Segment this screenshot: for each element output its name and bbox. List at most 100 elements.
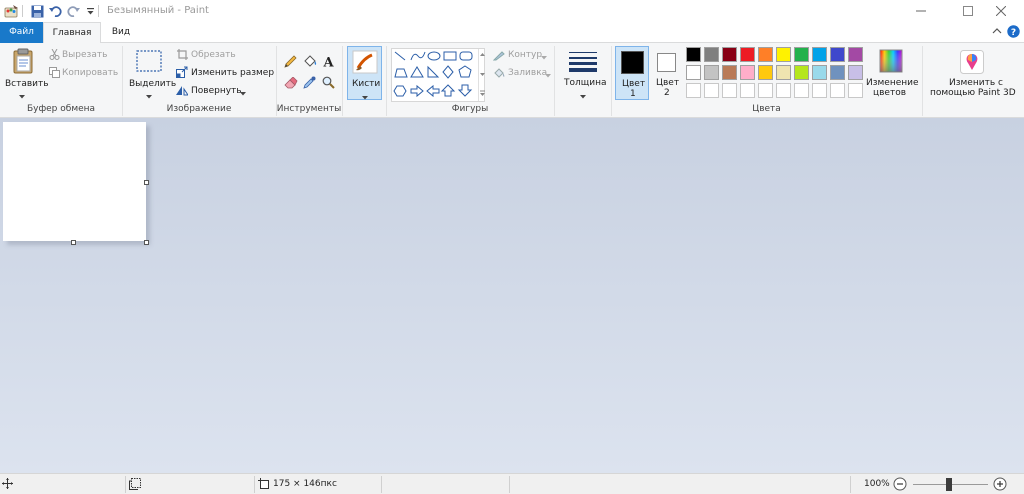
image-size-text: 175 × 146пкс [273, 479, 337, 489]
palette-swatch[interactable] [686, 47, 701, 62]
status-separator [254, 476, 255, 493]
fill-dropdown-icon[interactable] [545, 71, 551, 81]
select-button[interactable]: Выделить [129, 79, 176, 89]
rotate-dropdown-icon[interactable] [240, 89, 246, 99]
resize-handle-right[interactable] [144, 180, 149, 185]
cut-button[interactable]: Вырезать [62, 50, 107, 60]
palette-swatch[interactable] [722, 47, 737, 62]
customize-quick-access-icon[interactable] [82, 3, 98, 19]
title-separator [98, 5, 99, 17]
rotate-icon [176, 84, 188, 96]
palette-swatch[interactable] [686, 65, 701, 80]
zoom-level: 100% [864, 479, 890, 489]
paste-dropdown-icon[interactable] [19, 92, 25, 102]
resize-button[interactable]: Изменить размер [191, 68, 274, 78]
palette-swatch[interactable] [704, 65, 719, 80]
save-icon[interactable] [29, 3, 45, 19]
shapes-scrollbar[interactable] [478, 49, 485, 101]
palette-swatch[interactable] [848, 47, 863, 62]
palette-swatch[interactable] [794, 47, 809, 62]
zoom-slider-thumb[interactable] [946, 478, 952, 491]
drawing-canvas[interactable] [3, 122, 146, 241]
text-tool-icon[interactable]: A [321, 54, 336, 69]
custom-color-slot[interactable] [812, 83, 827, 98]
select-dropdown-icon[interactable] [146, 92, 152, 102]
image-group-label: Изображение [166, 104, 232, 114]
custom-color-slot[interactable] [740, 83, 755, 98]
magnifier-icon[interactable] [321, 75, 336, 90]
status-separator [509, 476, 510, 493]
palette-swatch[interactable] [758, 47, 773, 62]
custom-color-slot[interactable] [794, 83, 809, 98]
undo-icon[interactable] [47, 3, 63, 19]
custom-color-slot[interactable] [704, 83, 719, 98]
tab-home[interactable]: Главная [43, 22, 101, 44]
palette-swatch[interactable] [722, 65, 737, 80]
tab-file[interactable]: Файл [0, 22, 43, 43]
crop-icon [176, 48, 188, 60]
edit-with-paint3d-button[interactable]: Изменить с помощью Paint 3D [925, 46, 1021, 102]
brushes-dropdown-icon [362, 93, 368, 103]
eraser-icon[interactable] [283, 75, 298, 90]
collapse-ribbon-icon[interactable] [992, 26, 1002, 39]
scissors-icon [48, 48, 60, 60]
color2-button[interactable]: Цвет 2 [651, 46, 683, 100]
color-picker-icon[interactable] [302, 75, 317, 90]
custom-color-slot[interactable] [686, 83, 701, 98]
paint-app-icon[interactable] [3, 3, 19, 19]
palette-swatch[interactable] [830, 65, 845, 80]
pencil-icon[interactable] [283, 54, 298, 69]
paste-button[interactable]: Вставить [5, 79, 49, 89]
outline-button[interactable]: Контур [508, 50, 542, 60]
edit-colors-line1[interactable]: Изменение [866, 78, 919, 88]
palette-swatch[interactable] [758, 65, 773, 80]
resize-handle-corner[interactable] [144, 240, 149, 245]
minimize-button[interactable] [898, 0, 944, 22]
close-button[interactable] [978, 0, 1024, 22]
colors-group-label: Цвета [752, 104, 781, 114]
palette-swatch[interactable] [848, 65, 863, 80]
zoom-in-button[interactable] [993, 477, 1007, 494]
palette-swatch[interactable] [812, 47, 827, 62]
custom-color-slot[interactable] [776, 83, 791, 98]
size-button[interactable]: Толщина [558, 46, 608, 100]
redo-icon[interactable] [65, 3, 81, 19]
palette-swatch[interactable] [776, 65, 791, 80]
edit-colors-line2[interactable]: цветов [873, 88, 906, 98]
crop-button[interactable]: Обрезать [191, 50, 236, 60]
resize-handle-bottom[interactable] [71, 240, 76, 245]
edit-colors-icon [878, 48, 904, 74]
palette-swatch[interactable] [740, 65, 755, 80]
window-title: Безымянный - Paint [107, 5, 209, 16]
palette-swatch[interactable] [776, 47, 791, 62]
outline-icon [492, 49, 506, 61]
color1-button[interactable]: Цвет 1 [615, 46, 649, 100]
paste-icon[interactable] [10, 47, 36, 75]
size-label: Толщина [564, 78, 607, 88]
brushes-button[interactable]: Кисти [347, 46, 382, 100]
custom-color-slot[interactable] [830, 83, 845, 98]
zoom-out-button[interactable] [893, 477, 907, 494]
tab-view[interactable]: Вид [101, 22, 141, 43]
palette-swatch[interactable] [794, 65, 809, 80]
custom-color-slot[interactable] [758, 83, 773, 98]
rotate-button[interactable]: Повернуть [191, 86, 242, 96]
ribbon-tabs: Файл Главная Вид ? [0, 22, 1024, 44]
image-size-icon [258, 478, 270, 493]
brushes-label: Кисти [352, 79, 381, 89]
outline-dropdown-icon[interactable] [541, 53, 547, 63]
help-icon[interactable]: ? [1007, 25, 1020, 41]
custom-color-slot[interactable] [722, 83, 737, 98]
custom-color-slot[interactable] [848, 83, 863, 98]
fill-button[interactable]: Заливка [508, 68, 547, 78]
select-icon[interactable] [136, 50, 162, 72]
canvas-workspace[interactable] [0, 118, 1024, 473]
palette-swatch[interactable] [704, 47, 719, 62]
fill-bucket-icon[interactable] [302, 54, 317, 69]
cursor-position-icon [2, 478, 13, 492]
palette-swatch[interactable] [830, 47, 845, 62]
copy-button[interactable]: Копировать [62, 68, 118, 78]
palette-swatch[interactable] [812, 65, 827, 80]
palette-swatch[interactable] [740, 47, 755, 62]
shapes-gallery [391, 48, 485, 102]
